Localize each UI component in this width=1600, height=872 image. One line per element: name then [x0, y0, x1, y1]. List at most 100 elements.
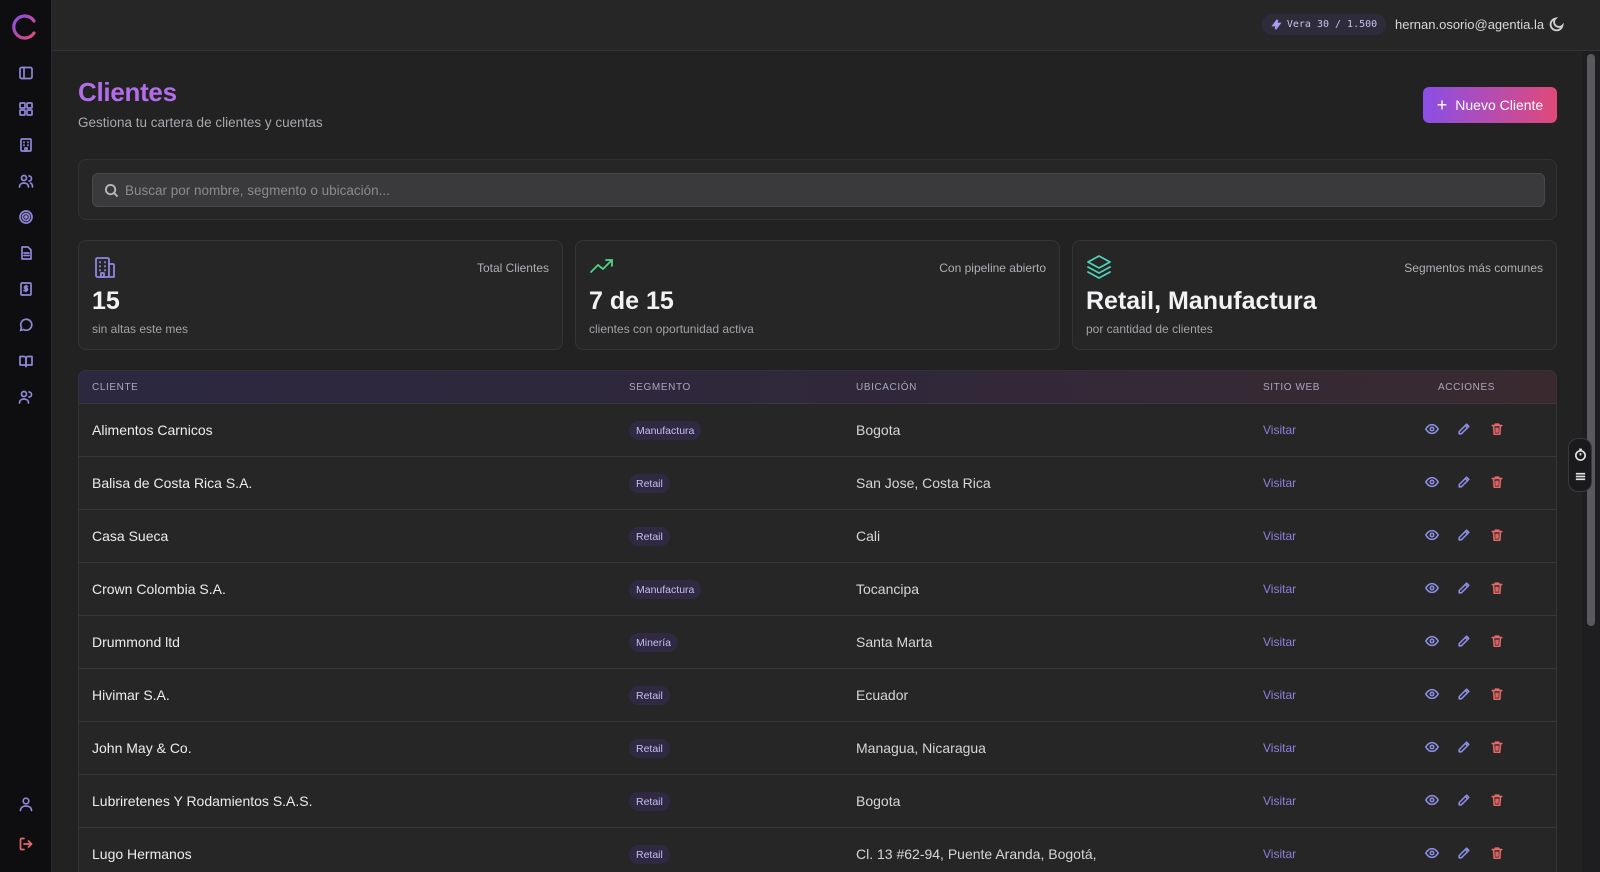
segment-badge: Retail — [629, 845, 670, 864]
client-name[interactable]: Casa Sueca — [92, 528, 168, 544]
pencil-icon[interactable] — [1457, 634, 1473, 650]
trash-icon[interactable] — [1490, 422, 1506, 438]
pencil-icon[interactable] — [1457, 475, 1473, 491]
stat-subtext: por cantidad de clientes — [1086, 322, 1213, 336]
moon-icon[interactable] — [1549, 16, 1567, 34]
trash-icon[interactable] — [1490, 634, 1506, 650]
table-row[interactable]: Drummond ltd Minería Santa Marta Visitar — [79, 616, 1556, 669]
trending-up-icon — [589, 254, 615, 280]
table-header: CLIENTE SEGMENTO UBICACIÓN SITIO WEB ACC… — [79, 371, 1556, 404]
new-client-label: Nuevo Cliente — [1455, 97, 1544, 113]
visit-website-link[interactable]: Visitar — [1263, 582, 1296, 596]
eye-icon[interactable] — [1425, 687, 1441, 703]
stat-card-segments: Segmentos más comunes Retail, Manufactur… — [1072, 240, 1557, 350]
trash-icon[interactable] — [1490, 740, 1506, 756]
dashboard-icon[interactable] — [16, 99, 36, 119]
new-client-button[interactable]: + Nuevo Cliente — [1423, 87, 1557, 123]
visit-website-link[interactable]: Visitar — [1263, 476, 1296, 490]
trash-icon[interactable] — [1490, 475, 1506, 491]
document-icon[interactable] — [16, 243, 36, 263]
segment-badge: Retail — [629, 792, 670, 811]
client-location: Cali — [856, 528, 881, 544]
user-email[interactable]: hernan.osorio@agentia.la — [1395, 17, 1544, 32]
stat-subtext: sin altas este mes — [92, 322, 189, 336]
table-row[interactable]: Balisa de Costa Rica S.A. Retail San Jos… — [79, 457, 1556, 510]
client-name[interactable]: Alimentos Carnicos — [92, 422, 213, 438]
eye-icon[interactable] — [1425, 740, 1441, 756]
header-segment[interactable]: SEGMENTO — [629, 382, 691, 393]
table-row[interactable]: Lubriretenes Y Rodamientos S.A.S. Retail… — [79, 775, 1556, 828]
search-box — [92, 173, 1545, 207]
pencil-icon[interactable] — [1457, 581, 1473, 597]
eye-icon[interactable] — [1425, 793, 1441, 809]
visit-website-link[interactable]: Visitar — [1263, 688, 1296, 702]
floating-widget[interactable] — [1568, 438, 1592, 492]
header-actions: ACCIONES — [1438, 382, 1496, 393]
credits-badge[interactable]: Vera 30 / 1.500 — [1262, 14, 1386, 35]
table-row[interactable]: John May & Co. Retail Managua, Nicaragua… — [79, 722, 1556, 775]
eye-icon[interactable] — [1425, 846, 1441, 862]
visit-website-link[interactable]: Visitar — [1263, 794, 1296, 808]
client-location: Bogota — [856, 793, 901, 809]
visit-website-link[interactable]: Visitar — [1263, 529, 1296, 543]
pencil-icon[interactable] — [1457, 793, 1473, 809]
visit-website-link[interactable]: Visitar — [1263, 423, 1296, 437]
logout-icon[interactable] — [16, 834, 36, 854]
lightning-icon — [1271, 19, 1282, 30]
target-icon[interactable] — [16, 207, 36, 227]
visit-website-link[interactable]: Visitar — [1263, 741, 1296, 755]
users-icon[interactable] — [16, 171, 36, 191]
client-name[interactable]: John May & Co. — [92, 740, 192, 756]
header-client[interactable]: CLIENTE — [92, 382, 138, 393]
timer-icon[interactable] — [1574, 448, 1587, 461]
chat-icon[interactable] — [16, 315, 36, 335]
eye-icon[interactable] — [1425, 528, 1441, 544]
book-icon[interactable] — [16, 351, 36, 371]
client-location: Bogota — [856, 422, 901, 438]
client-name[interactable]: Drummond ltd — [92, 634, 180, 650]
stat-label: Con pipeline abierto — [939, 261, 1046, 275]
list-icon[interactable] — [1574, 470, 1587, 483]
visit-website-link[interactable]: Visitar — [1263, 847, 1296, 861]
sidebar-toggle-icon[interactable] — [16, 63, 36, 83]
table-body: Alimentos Carnicos Manufactura Bogota Vi… — [79, 404, 1556, 872]
app-logo[interactable] — [11, 13, 40, 41]
header-website[interactable]: SITIO WEB — [1263, 382, 1320, 393]
table-row[interactable]: Alimentos Carnicos Manufactura Bogota Vi… — [79, 404, 1556, 457]
segment-badge: Retail — [629, 686, 670, 705]
building-icon[interactable] — [16, 135, 36, 155]
segment-badge: Retail — [629, 474, 670, 493]
pencil-icon[interactable] — [1457, 422, 1473, 438]
table-row[interactable]: Hivimar S.A. Retail Ecuador Visitar — [79, 669, 1556, 722]
team-icon[interactable] — [16, 387, 36, 407]
eye-icon[interactable] — [1425, 422, 1441, 438]
table-row[interactable]: Casa Sueca Retail Cali Visitar — [79, 510, 1556, 563]
pencil-icon[interactable] — [1457, 528, 1473, 544]
client-location: Managua, Nicaragua — [856, 740, 986, 756]
client-name[interactable]: Lubriretenes Y Rodamientos S.A.S. — [92, 793, 313, 809]
eye-icon[interactable] — [1425, 581, 1441, 597]
scrollbar-thumb[interactable] — [1587, 54, 1595, 626]
client-name[interactable]: Hivimar S.A. — [92, 687, 170, 703]
eye-icon[interactable] — [1425, 634, 1441, 650]
trash-icon[interactable] — [1490, 581, 1506, 597]
pencil-icon[interactable] — [1457, 740, 1473, 756]
client-name[interactable]: Crown Colombia S.A. — [92, 581, 226, 597]
table-row[interactable]: Lugo Hermanos Retail Cl. 13 #62-94, Puen… — [79, 828, 1556, 872]
layers-icon — [1086, 254, 1112, 280]
pencil-icon[interactable] — [1457, 846, 1473, 862]
trash-icon[interactable] — [1490, 846, 1506, 862]
trash-icon[interactable] — [1490, 687, 1506, 703]
client-name[interactable]: Lugo Hermanos — [92, 846, 192, 862]
search-input[interactable] — [125, 174, 1525, 206]
visit-website-link[interactable]: Visitar — [1263, 635, 1296, 649]
trash-icon[interactable] — [1490, 793, 1506, 809]
trash-icon[interactable] — [1490, 528, 1506, 544]
table-row[interactable]: Crown Colombia S.A. Manufactura Tocancip… — [79, 563, 1556, 616]
invoice-icon[interactable] — [16, 279, 36, 299]
pencil-icon[interactable] — [1457, 687, 1473, 703]
header-location[interactable]: UBICACIÓN — [856, 382, 917, 393]
eye-icon[interactable] — [1425, 475, 1441, 491]
client-name[interactable]: Balisa de Costa Rica S.A. — [92, 475, 252, 491]
profile-icon[interactable] — [16, 794, 36, 814]
